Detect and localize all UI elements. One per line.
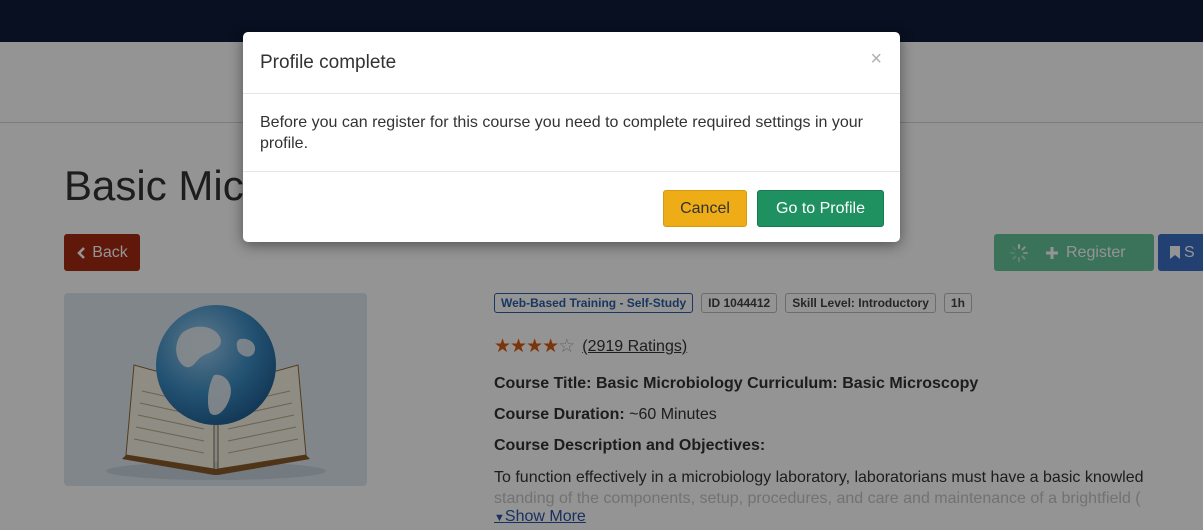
cancel-button[interactable]: Cancel [663, 190, 747, 227]
profile-complete-dialog: Profile complete × Before you can regist… [243, 32, 900, 242]
dialog-message: Before you can register for this course … [260, 114, 863, 152]
dialog-title: Profile complete [260, 52, 397, 73]
go-to-profile-button[interactable]: Go to Profile [757, 190, 884, 227]
close-icon[interactable]: × [870, 48, 882, 71]
dialog-header: Profile complete × [243, 32, 900, 94]
dialog-footer: Cancel Go to Profile [243, 171, 900, 243]
